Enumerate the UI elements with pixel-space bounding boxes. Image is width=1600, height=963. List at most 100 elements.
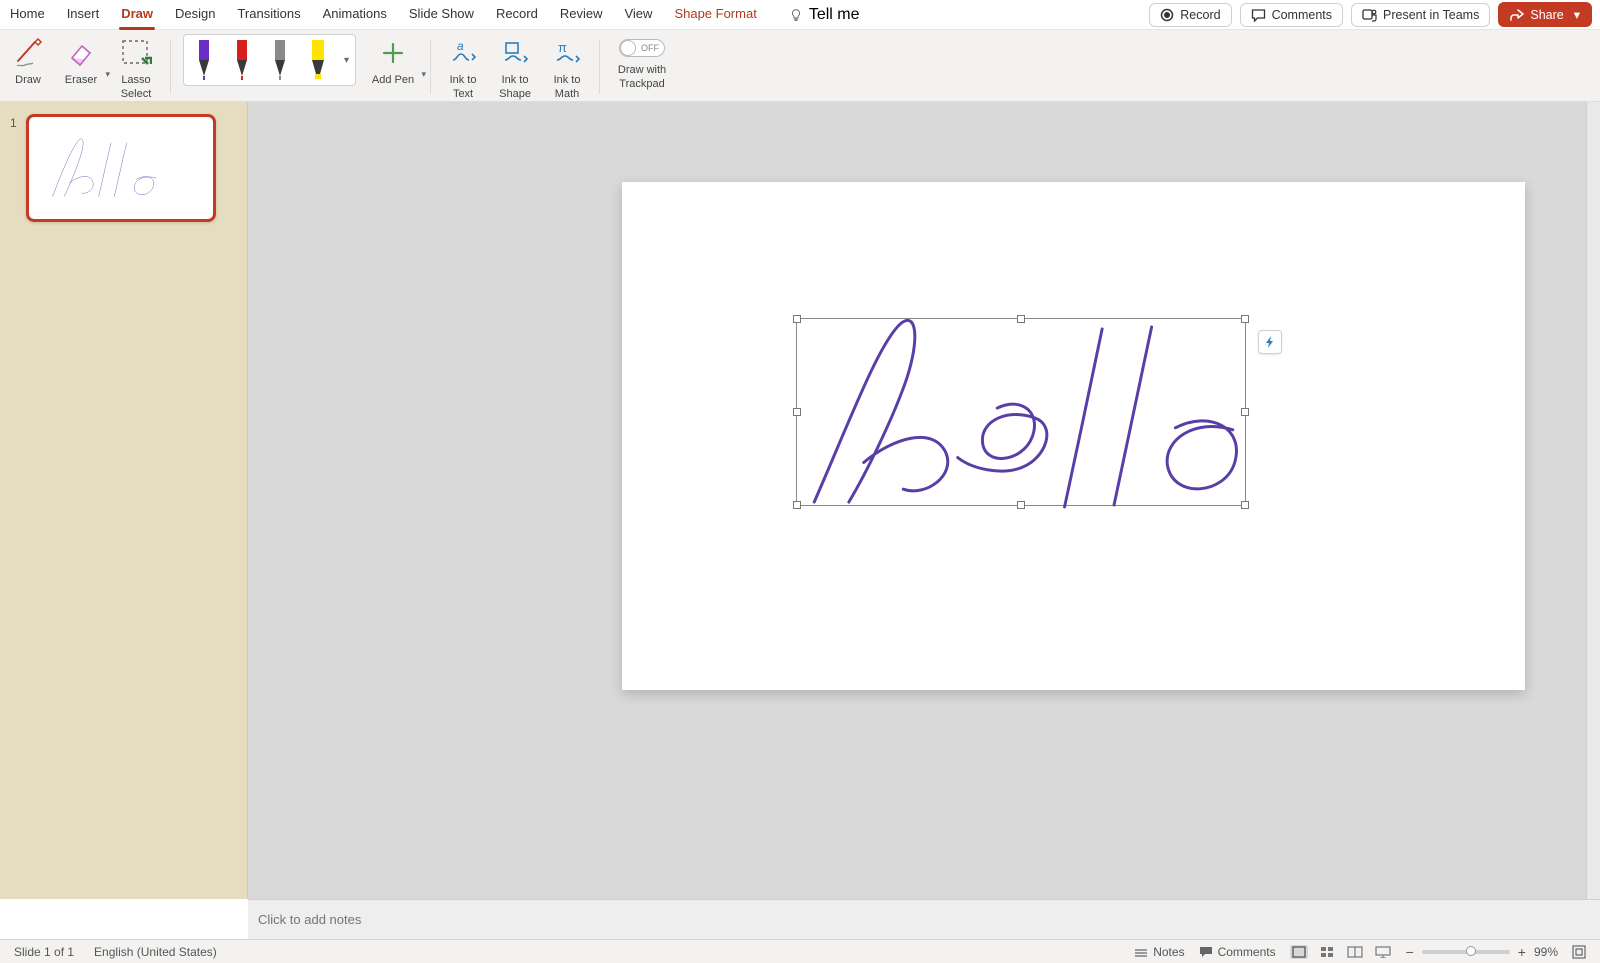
teams-icon xyxy=(1362,8,1377,22)
draw-with-trackpad-label-2: Trackpad xyxy=(619,78,664,90)
tab-record[interactable]: Record xyxy=(494,2,540,27)
comment-icon xyxy=(1251,8,1266,22)
tabs-right: Record Comments Present in Teams Share ▾ xyxy=(1149,2,1592,27)
eraser-tool[interactable]: ▾ Eraser xyxy=(60,34,102,86)
svg-text:π: π xyxy=(558,40,567,55)
ink-to-math-icon: π xyxy=(550,34,584,72)
zoom-slider-knob[interactable] xyxy=(1466,946,1476,956)
highlighter-yellow[interactable] xyxy=(304,39,332,81)
zoom-in-button[interactable]: + xyxy=(1518,944,1526,960)
zoom-controls: − + 99% xyxy=(1406,944,1558,960)
ribbon-divider xyxy=(599,40,600,94)
pen-gray[interactable] xyxy=(266,39,294,81)
zoom-slider[interactable] xyxy=(1422,950,1510,954)
status-right: Notes Comments − + 99% xyxy=(1134,944,1586,960)
ink-hello[interactable] xyxy=(797,319,1247,507)
slide-canvas[interactable] xyxy=(622,182,1525,690)
toggle-off-label: OFF xyxy=(641,43,659,53)
ink-to-math-label-2: Math xyxy=(555,88,579,100)
lightbulb-icon xyxy=(789,8,803,22)
status-language[interactable]: English (United States) xyxy=(94,945,217,959)
notes-pane[interactable] xyxy=(248,899,1600,939)
present-in-teams-button[interactable]: Present in Teams xyxy=(1351,3,1490,27)
draw-with-trackpad[interactable]: OFF Draw with Trackpad xyxy=(612,34,672,90)
fit-to-window-button[interactable] xyxy=(1572,945,1586,959)
share-button[interactable]: Share ▾ xyxy=(1498,2,1592,27)
ink-to-math-tool[interactable]: π Ink to Math xyxy=(547,34,587,100)
ink-to-text-tool[interactable]: a Ink to Text xyxy=(443,34,483,100)
thumbnail-row: 1 xyxy=(10,114,237,222)
ink-to-text-label-2: Text xyxy=(453,88,473,100)
ink-to-shape-tool[interactable]: Ink to Shape xyxy=(495,34,535,100)
ink-to-shape-label-1: Ink to xyxy=(502,74,529,86)
comments-label: Comments xyxy=(1272,8,1332,22)
trackpad-toggle[interactable]: OFF xyxy=(619,39,665,57)
main-area: 1 xyxy=(0,102,1600,899)
comments-toggle[interactable]: Comments xyxy=(1199,945,1276,959)
zoom-value[interactable]: 99% xyxy=(1534,945,1558,959)
vertical-scrollbar[interactable] xyxy=(1586,102,1600,899)
tab-draw[interactable]: Draw xyxy=(119,2,155,27)
record-button[interactable]: Record xyxy=(1149,3,1231,27)
add-pen-tool[interactable]: ▾ Add Pen xyxy=(368,34,418,86)
ribbon-divider xyxy=(430,40,431,94)
tab-review[interactable]: Review xyxy=(558,2,605,27)
ribbon-draw: Draw ▾ Eraser Lasso Select ▾ xyxy=(0,30,1600,102)
tab-animations[interactable]: Animations xyxy=(321,2,389,27)
tell-me-label: Tell me xyxy=(809,6,860,24)
sorter-view-icon[interactable] xyxy=(1318,945,1336,959)
thumbnail-number: 1 xyxy=(10,116,20,222)
lasso-select-label-2: Select xyxy=(121,88,152,100)
share-icon xyxy=(1510,8,1524,22)
chevron-down-icon[interactable]: ▾ xyxy=(344,55,349,66)
tab-home[interactable]: Home xyxy=(8,2,47,27)
slide-thumbnails-panel[interactable]: 1 xyxy=(0,102,248,899)
notes-toggle[interactable]: Notes xyxy=(1134,945,1184,959)
lasso-icon xyxy=(119,34,153,72)
tab-slide-show[interactable]: Slide Show xyxy=(407,2,476,27)
draw-tool[interactable]: Draw xyxy=(8,34,48,86)
pen-red[interactable] xyxy=(228,39,256,81)
status-bar: Slide 1 of 1 English (United States) Not… xyxy=(0,939,1600,963)
notes-toggle-label: Notes xyxy=(1153,945,1184,959)
slideshow-view-icon[interactable] xyxy=(1374,945,1392,959)
lasso-select-tool[interactable]: Lasso Select xyxy=(114,34,158,100)
tab-insert[interactable]: Insert xyxy=(65,2,102,27)
pens-gallery[interactable]: ▾ xyxy=(183,34,356,86)
ink-to-shape-icon xyxy=(498,34,532,72)
present-in-teams-label: Present in Teams xyxy=(1383,8,1479,22)
reading-view-icon[interactable] xyxy=(1346,945,1364,959)
tabs-left: Home Insert Draw Design Transitions Anim… xyxy=(8,2,860,27)
tell-me[interactable]: Tell me xyxy=(789,6,860,24)
ink-to-text-label-1: Ink to xyxy=(450,74,477,86)
svg-text:a: a xyxy=(457,39,464,53)
tab-transitions[interactable]: Transitions xyxy=(235,2,302,27)
chevron-down-icon: ▾ xyxy=(1574,7,1580,22)
tab-view[interactable]: View xyxy=(622,2,654,27)
draw-icon xyxy=(11,34,45,72)
pen-purple[interactable] xyxy=(190,39,218,81)
ink-to-math-label-1: Ink to xyxy=(554,74,581,86)
add-pen-label: Add Pen xyxy=(372,74,414,86)
lightning-icon xyxy=(1263,335,1277,349)
status-slide-info: Slide 1 of 1 xyxy=(14,945,74,959)
notes-input[interactable] xyxy=(258,912,1590,927)
tab-design[interactable]: Design xyxy=(173,2,217,27)
record-label: Record xyxy=(1180,8,1220,22)
draw-tool-label: Draw xyxy=(15,74,41,86)
lasso-select-label-1: Lasso xyxy=(121,74,150,86)
comment-icon xyxy=(1199,946,1213,958)
comments-toggle-label: Comments xyxy=(1218,945,1276,959)
ink-to-text-icon: a xyxy=(446,34,480,72)
ribbon-divider xyxy=(170,40,171,94)
zoom-out-button[interactable]: − xyxy=(1406,944,1414,960)
comments-button[interactable]: Comments xyxy=(1240,3,1343,27)
tab-shape-format[interactable]: Shape Format xyxy=(672,2,758,27)
normal-view-icon[interactable] xyxy=(1290,945,1308,959)
slide-editor[interactable] xyxy=(248,102,1600,899)
selection-box[interactable] xyxy=(796,318,1246,506)
share-label: Share xyxy=(1530,8,1563,22)
tabs-bar: Home Insert Draw Design Transitions Anim… xyxy=(0,0,1600,30)
slide-thumbnail-1[interactable] xyxy=(26,114,216,222)
ink-action-badge[interactable] xyxy=(1258,330,1282,354)
